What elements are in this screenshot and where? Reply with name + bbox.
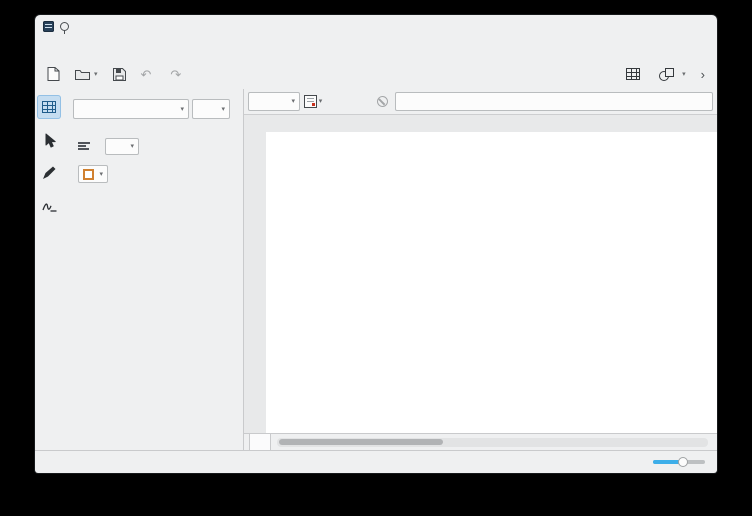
open-folder-icon xyxy=(75,68,90,81)
toolbar-overflow-button[interactable]: › xyxy=(695,63,711,85)
column-headers xyxy=(244,115,717,132)
open-document-button[interactable]: ▾ xyxy=(69,63,104,85)
title-bar[interactable] xyxy=(35,15,717,37)
main-toolbar: ▾ ↶ ↷ ▾ › xyxy=(35,59,717,89)
format-grid-icon xyxy=(626,68,640,80)
tool-sidebar xyxy=(35,89,63,450)
cell-reference-box[interactable]: ▾ xyxy=(248,92,300,111)
cell-tool-button[interactable] xyxy=(37,95,61,119)
angle-row: ▾ xyxy=(73,136,233,156)
angle-spinbox[interactable]: ▾ xyxy=(105,138,139,155)
formula-bar: ▾ ▾ xyxy=(244,89,717,115)
signature-icon xyxy=(42,200,57,213)
status-bar xyxy=(35,450,717,473)
grid-wrap xyxy=(244,132,717,433)
cancel-button[interactable] xyxy=(372,92,392,111)
selection-tool-button[interactable] xyxy=(37,128,61,152)
formula-input[interactable] xyxy=(395,92,713,111)
insert-function-button[interactable] xyxy=(326,92,346,111)
pen-icon xyxy=(42,166,56,180)
chevron-down-icon: ▾ xyxy=(99,171,103,178)
new-document-icon xyxy=(47,67,60,81)
font-size-select[interactable]: ▾ xyxy=(192,99,230,119)
chevron-down-icon: ▾ xyxy=(682,71,686,78)
apply-button[interactable] xyxy=(349,92,369,111)
wrap-text-icon xyxy=(78,141,90,151)
chevron-down-icon: ▾ xyxy=(94,71,98,78)
wrap-text-button[interactable] xyxy=(73,136,95,156)
stamp-icon xyxy=(304,95,317,108)
chevron-down-icon: ▾ xyxy=(180,106,184,113)
redo-icon: ↷ xyxy=(170,68,181,81)
horizontal-scrollbar[interactable] xyxy=(277,438,708,447)
border-color-button[interactable]: ▾ xyxy=(78,165,108,183)
font-row: ▾ ▾ xyxy=(73,99,233,119)
pen-tool-button[interactable] xyxy=(37,161,61,185)
scrollbar-thumb[interactable] xyxy=(279,439,443,445)
chevron-down-icon: ▾ xyxy=(221,106,225,113)
cell-format-stamp-button[interactable]: ▾ xyxy=(303,92,323,111)
titlebar-icons xyxy=(43,21,69,32)
spreadsheet-grid-icon xyxy=(42,101,56,113)
border-color-swatch xyxy=(83,169,94,180)
main-content: ▾ ▾ ▾ xyxy=(35,89,717,450)
zoom-slider[interactable] xyxy=(653,460,705,464)
redo-button[interactable]: ↷ xyxy=(164,63,191,85)
zoom-slider-handle[interactable] xyxy=(678,457,688,467)
menu-bar xyxy=(35,37,717,59)
save-icon xyxy=(113,68,126,81)
chevron-down-icon: ▾ xyxy=(130,143,134,150)
add-shape-button[interactable]: ▾ xyxy=(653,63,692,85)
sheet-tab-sheet1[interactable] xyxy=(249,434,271,450)
cell-formatting-panel: ▾ ▾ ▾ xyxy=(63,89,243,450)
freehand-tool-button[interactable] xyxy=(37,194,61,218)
undo-icon: ↶ xyxy=(141,68,152,81)
new-document-button[interactable] xyxy=(41,63,66,85)
chevron-down-icon: ▾ xyxy=(291,98,295,105)
grid[interactable] xyxy=(266,132,717,433)
spreadsheet-area: ▾ ▾ xyxy=(243,89,717,450)
cursor-arrow-icon xyxy=(43,133,56,148)
sheet-tab-bar xyxy=(244,433,717,450)
cancel-icon xyxy=(377,96,388,107)
pin-icon[interactable] xyxy=(60,22,69,31)
format-button[interactable] xyxy=(620,63,650,85)
add-shape-icon xyxy=(659,68,674,80)
row-headers xyxy=(244,132,266,433)
font-family-select[interactable]: ▾ xyxy=(73,99,189,119)
undo-button[interactable]: ↶ xyxy=(135,63,162,85)
chevron-down-icon: ▾ xyxy=(319,98,323,105)
chevron-right-icon: › xyxy=(701,68,705,81)
save-button[interactable] xyxy=(107,63,132,85)
app-icon xyxy=(43,21,54,32)
app-window: ▾ ↶ ↷ ▾ › xyxy=(35,15,717,473)
borders-row: ▾ xyxy=(73,165,233,183)
